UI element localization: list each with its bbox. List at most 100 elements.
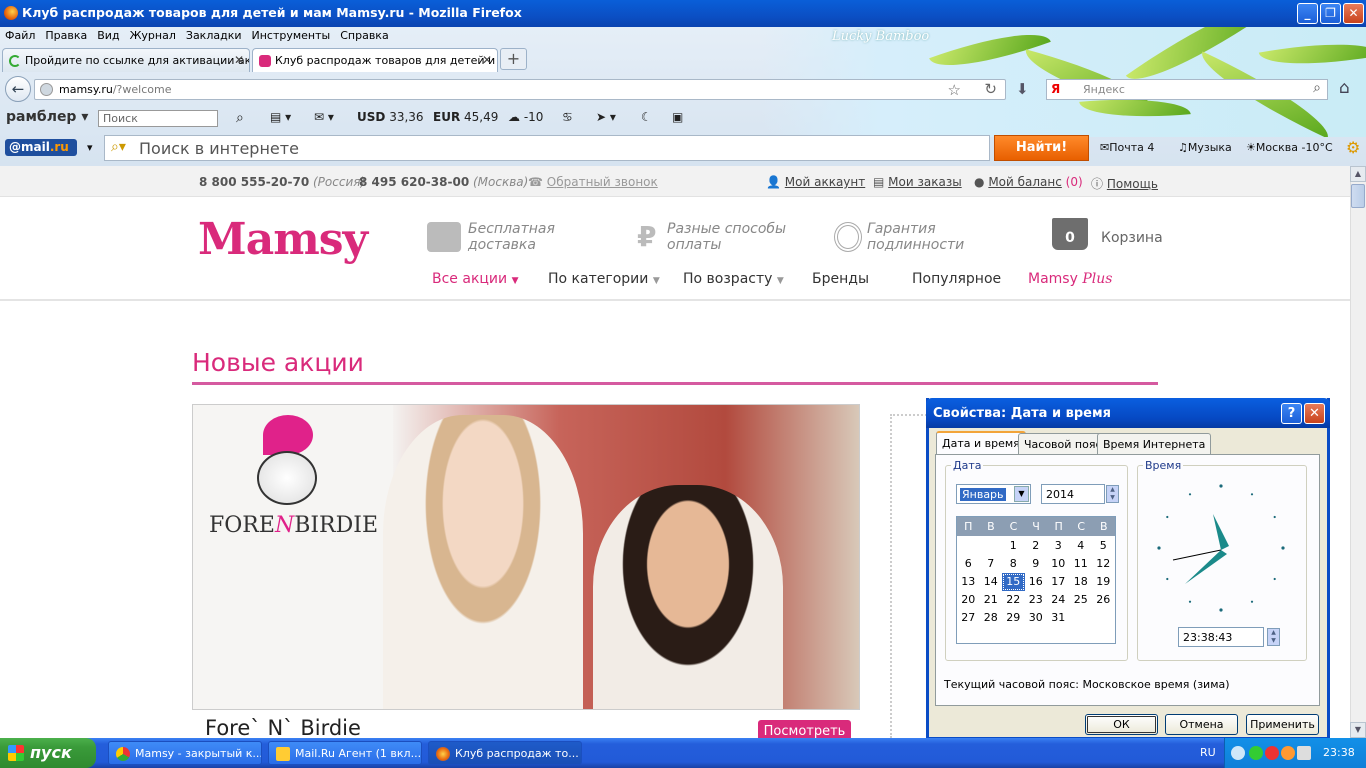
tab-internet-time[interactable]: Время Интернета bbox=[1097, 433, 1212, 455]
taskbar-item-mailru-agent[interactable]: Mail.Ru Агент (1 вкл... bbox=[268, 741, 422, 765]
year-field[interactable]: 2014 bbox=[1041, 484, 1105, 504]
bookmark-star-icon[interactable]: ☆ bbox=[948, 81, 961, 99]
year-spinner[interactable]: ▲ ▼ bbox=[1106, 485, 1119, 503]
calendar-day[interactable]: 8 bbox=[1002, 555, 1025, 573]
time-spinner[interactable]: ▲ ▼ bbox=[1267, 628, 1280, 646]
dialog-title[interactable]: Свойства: Дата и время bbox=[926, 398, 1330, 428]
calendar-day[interactable]: 24 bbox=[1047, 591, 1070, 609]
taskbar-item-firefox[interactable]: Клуб распродаж то... bbox=[428, 741, 582, 765]
calendar-day[interactable]: 6 bbox=[957, 555, 980, 573]
calendar-day[interactable]: 23 bbox=[1025, 591, 1048, 609]
tray-icon-3[interactable] bbox=[1281, 746, 1295, 760]
nav-popular[interactable]: Популярное bbox=[912, 271, 1001, 287]
cart-icon[interactable]: 0 bbox=[1052, 218, 1088, 250]
calendar-day[interactable]: 18 bbox=[1070, 573, 1093, 591]
cancel-button[interactable]: Отмена bbox=[1165, 714, 1238, 735]
language-indicator[interactable]: RU bbox=[1200, 746, 1216, 759]
scroll-up-arrow[interactable]: ▲ bbox=[1350, 166, 1366, 182]
maximize-button[interactable]: ❐ bbox=[1320, 3, 1341, 24]
tab-timezone[interactable]: Часовой пояс bbox=[1018, 433, 1108, 455]
calendar-day[interactable]: 30 bbox=[1025, 609, 1048, 627]
reload-icon[interactable]: ↻ bbox=[984, 80, 997, 98]
page-scrollbar[interactable] bbox=[1350, 166, 1366, 738]
callback-link[interactable]: ☎ Обратный звонок bbox=[528, 175, 658, 189]
tab-close-icon[interactable]: ✕ bbox=[234, 53, 244, 67]
chevron-down-icon[interactable]: ▼ bbox=[1014, 486, 1029, 502]
nav-by-age[interactable]: По возрасту ▼ bbox=[683, 271, 784, 287]
calendar-day[interactable]: 31 bbox=[1047, 609, 1070, 627]
close-button[interactable]: ✕ bbox=[1343, 3, 1364, 24]
taskbar-clock[interactable]: 23:38 bbox=[1323, 746, 1355, 759]
calendar-day[interactable]: 15 bbox=[1002, 573, 1025, 591]
dialog-help-button[interactable]: ? bbox=[1281, 403, 1302, 424]
calendar-day[interactable]: 14 bbox=[980, 573, 1003, 591]
tray-icon-1[interactable] bbox=[1249, 746, 1263, 760]
search-engine-icon[interactable]: ⌕▾ bbox=[111, 139, 126, 155]
weather-temp[interactable]: ☁ -10 bbox=[508, 110, 543, 124]
calendar-day[interactable]: 13 bbox=[957, 573, 980, 591]
calendar-day[interactable]: 22 bbox=[1002, 591, 1025, 609]
tray-icon-2[interactable] bbox=[1265, 746, 1279, 760]
send-icon[interactable]: ➤ ▾ bbox=[596, 110, 616, 124]
new-tab-button[interactable]: + bbox=[500, 48, 527, 70]
time-field[interactable]: 23:38:43 bbox=[1178, 627, 1264, 647]
tab-activation[interactable]: Пройдите по ссылке для активации ак... ✕ bbox=[2, 48, 250, 72]
mailru-logo[interactable]: @mail.ru bbox=[5, 139, 77, 156]
menu-file[interactable]: Файл bbox=[0, 27, 40, 44]
eur-rate[interactable]: EUR 45,49 bbox=[433, 110, 498, 124]
search-icon[interactable]: ⌕ bbox=[1313, 80, 1321, 96]
calendar-day[interactable]: 3 bbox=[1047, 537, 1070, 555]
calendar-day[interactable]: 21 bbox=[980, 591, 1003, 609]
menu-history[interactable]: Журнал bbox=[125, 27, 181, 44]
calendar-day[interactable]: 29 bbox=[1002, 609, 1025, 627]
calendar-day[interactable]: 26 bbox=[1092, 591, 1115, 609]
mailru-mail-link[interactable]: ✉Почта 4 bbox=[1100, 141, 1154, 154]
menu-bookmarks[interactable]: Закладки bbox=[181, 27, 247, 44]
rambler-search-input[interactable]: Поиск bbox=[98, 110, 218, 127]
menu-view[interactable]: Вид bbox=[92, 27, 124, 44]
taskbar-item-mamsy[interactable]: Mamsy - закрытый к... bbox=[108, 741, 262, 765]
find-button[interactable]: Найти! bbox=[994, 135, 1089, 161]
settings-gear-icon[interactable]: ⚙ bbox=[1346, 138, 1360, 157]
calendar-day[interactable]: 10 bbox=[1047, 555, 1070, 573]
menu-help[interactable]: Справка bbox=[335, 27, 393, 44]
calendar-day[interactable]: 27 bbox=[957, 609, 980, 627]
mailru-search-input[interactable]: ⌕▾ Поиск в интернете bbox=[104, 135, 990, 161]
menu-tools[interactable]: Инструменты bbox=[247, 27, 336, 44]
calendar-day[interactable]: 20 bbox=[957, 591, 980, 609]
rambler-news-icon[interactable]: ▤ ▾ bbox=[270, 110, 291, 124]
calendar-day[interactable]: 7 bbox=[980, 555, 1003, 573]
tab-date-time[interactable]: Дата и время bbox=[936, 431, 1026, 456]
my-orders-link[interactable]: ▤ Мои заказы bbox=[873, 175, 962, 189]
mailru-menu-chevron-icon[interactable]: ▾ bbox=[87, 141, 93, 154]
cart-link[interactable]: Корзина bbox=[1101, 230, 1163, 246]
calendar-day[interactable]: 28 bbox=[980, 609, 1003, 627]
ok-button[interactable]: ОК bbox=[1085, 714, 1158, 735]
minimize-button[interactable]: _ bbox=[1297, 3, 1318, 24]
calendar-day[interactable]: 1 bbox=[1002, 537, 1025, 555]
download-icon[interactable]: ⬇ bbox=[1016, 80, 1029, 98]
scroll-thumb[interactable] bbox=[1351, 184, 1365, 208]
dialog-close-button[interactable]: ✕ bbox=[1304, 403, 1325, 424]
calendar-day[interactable]: 19 bbox=[1092, 573, 1115, 591]
month-select[interactable]: Январь ▼ bbox=[956, 484, 1031, 504]
apply-button[interactable]: Применить bbox=[1246, 714, 1319, 735]
calendar-day[interactable]: 2 bbox=[1025, 537, 1048, 555]
calendar-day[interactable]: 12 bbox=[1092, 555, 1115, 573]
mailru-weather-link[interactable]: ☀Москва -10°C bbox=[1246, 141, 1333, 154]
tray-icon-4[interactable] bbox=[1297, 746, 1311, 760]
ticket-icon[interactable]: ▣ bbox=[672, 110, 683, 124]
calendar-day[interactable]: 9 bbox=[1025, 555, 1048, 573]
tray-expand-icon[interactable] bbox=[1231, 746, 1245, 760]
calendar-day[interactable]: 11 bbox=[1070, 555, 1093, 573]
window-title-bar[interactable]: Клуб распродаж товаров для детей и мам M… bbox=[0, 0, 1366, 27]
nav-all-sales[interactable]: Все акции ▼ bbox=[432, 271, 519, 287]
search-input[interactable]: Я Яндекс ⌕ bbox=[1046, 79, 1328, 100]
tab-close-icon[interactable]: ✕ bbox=[482, 53, 492, 67]
calendar-day[interactable]: 16 bbox=[1025, 573, 1048, 591]
sale-banner[interactable]: FORENBIRDIE bbox=[192, 404, 860, 710]
rambler-search-icon[interactable]: ⌕ bbox=[236, 110, 244, 126]
back-button[interactable]: ← bbox=[5, 76, 31, 102]
mamsy-logo[interactable]: Mamsy bbox=[198, 214, 368, 265]
brand-name[interactable]: Fore` N` Birdie bbox=[205, 716, 361, 740]
